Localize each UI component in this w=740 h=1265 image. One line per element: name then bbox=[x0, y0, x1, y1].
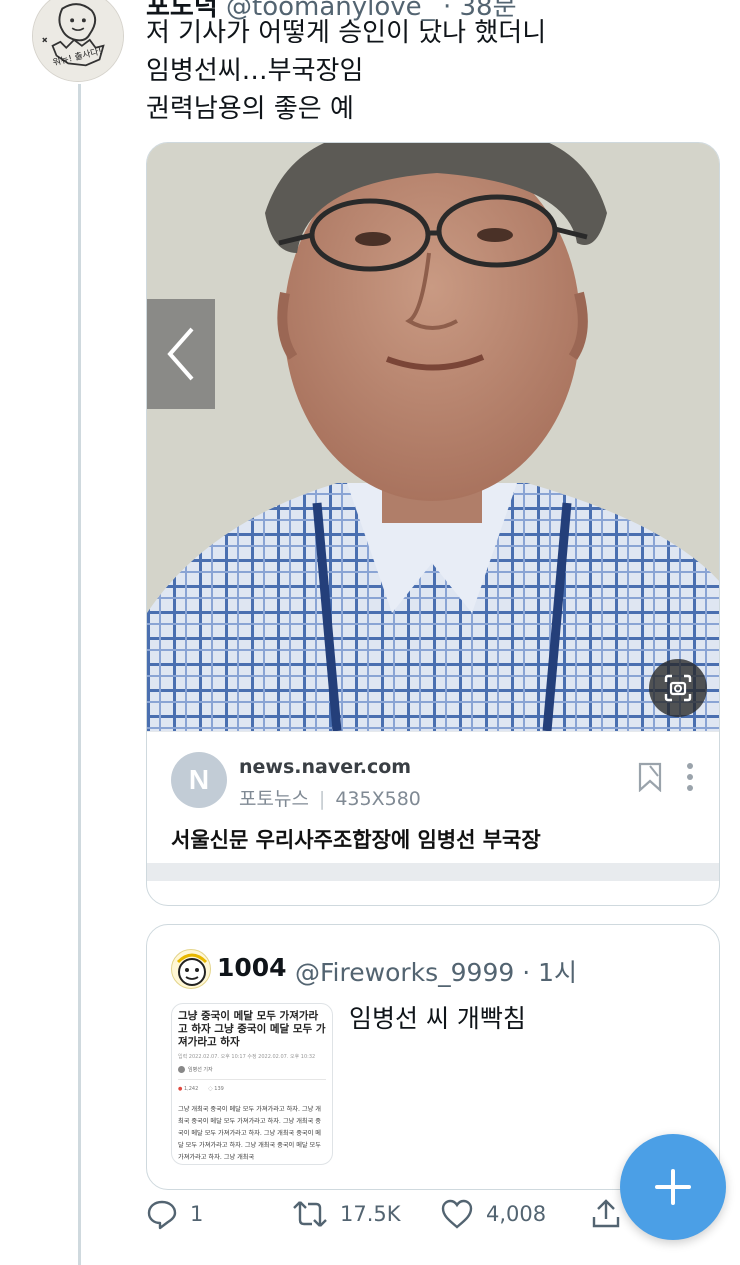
thumbnail-title: 그냥 중국이 메달 모두 가져가라고 하자 그냥 중국이 메달 모두 가져가라고… bbox=[178, 1010, 326, 1048]
separator-dot: · bbox=[514, 958, 539, 987]
quoted-avatar-icon bbox=[176, 953, 208, 986]
tweet-line: 권력남용의 좋은 예 bbox=[146, 94, 354, 124]
previous-image-button[interactable] bbox=[147, 299, 215, 409]
card-subline: 포토뉴스 | 435X580 bbox=[239, 784, 421, 811]
card-meta: N news.naver.com 포토뉴스 | 435X580 서울신문 우리사주조… bbox=[147, 731, 719, 881]
reaction-icon: ● bbox=[178, 1086, 183, 1092]
card-domain: news.naver.com bbox=[239, 756, 412, 778]
quoted-thumbnail[interactable]: 그냥 중국이 메달 모두 가져가라고 하자 그냥 중국이 메달 모두 가져가라고… bbox=[171, 1003, 333, 1165]
card-bottom-bar bbox=[147, 863, 719, 881]
card-category: 포토뉴스 bbox=[239, 788, 309, 810]
like-count: 4,008 bbox=[486, 1202, 547, 1226]
card-image-size: 435X580 bbox=[335, 788, 421, 810]
quoted-text: 임병선 씨 개빡침 bbox=[349, 1004, 526, 1033]
thumbnail-reactions: ● 1,242 bbox=[178, 1086, 199, 1092]
avatar-drawing-icon: 워뉴! 출사다! bbox=[33, 0, 123, 81]
share-icon bbox=[592, 1199, 620, 1228]
retweet-icon bbox=[293, 1201, 327, 1227]
like-button[interactable]: 4,008 bbox=[440, 1198, 546, 1230]
comment-icon: ◌ bbox=[208, 1086, 213, 1092]
reply-button[interactable]: 1 bbox=[146, 1198, 203, 1230]
chevron-left-icon bbox=[167, 327, 194, 381]
image-search-button[interactable] bbox=[649, 659, 707, 717]
news-photo[interactable] bbox=[147, 143, 719, 731]
author-dot-icon bbox=[178, 1066, 185, 1073]
like-icon bbox=[441, 1199, 473, 1229]
thumbnail-comments: ◌ 139 bbox=[208, 1086, 224, 1092]
thumbnail-stats: ● 1,242 ◌ 139 bbox=[178, 1086, 326, 1092]
tweet-line: 임병선씨…부국장임 bbox=[146, 56, 364, 86]
quoted-display-name[interactable]: 1004 bbox=[217, 953, 287, 982]
tweet-actions: 1 17.5K 4,008 bbox=[146, 1198, 626, 1246]
retweet-button[interactable]: 17.5K bbox=[292, 1198, 401, 1230]
more-vertical-icon[interactable] bbox=[685, 762, 695, 792]
thumbnail-author: 임병선 기자 bbox=[178, 1066, 326, 1073]
thumbnail-body: 그냥 개최국 중국이 메달 모두 가져가라고 하자. 그냥 개최국 중국이 메달… bbox=[178, 1106, 321, 1161]
avatar[interactable]: 워뉴! 출사다! bbox=[32, 0, 124, 82]
quoted-handle-time: @Fireworks_9999 · 1시 bbox=[295, 953, 577, 989]
image-search-icon bbox=[664, 674, 692, 702]
portrait-image bbox=[147, 143, 719, 731]
plus-icon bbox=[655, 1169, 691, 1205]
share-button[interactable] bbox=[590, 1198, 622, 1230]
reply-count: 1 bbox=[190, 1202, 204, 1226]
card-title[interactable]: 서울신문 우리사주조합장에 임병선 부국장 bbox=[171, 824, 541, 854]
quoted-avatar[interactable] bbox=[171, 949, 211, 989]
thread-connector-line bbox=[78, 84, 81, 1265]
reply-icon bbox=[147, 1200, 177, 1230]
source-logo: N bbox=[171, 752, 227, 808]
tweet-text: 저 기사가 어떻게 승인이 났나 했더니 임병선씨…부국장임 권력남용의 좋은 … bbox=[146, 14, 546, 128]
thumbnail-meta: 입력 2022.02.07. 오후 10:17 수정 2022.02.07. 오… bbox=[178, 1054, 316, 1060]
tweet-line: 저 기사가 어떻게 승인이 났나 했더니 bbox=[146, 18, 547, 48]
retweet-count: 17.5K bbox=[340, 1202, 401, 1226]
compose-tweet-button[interactable] bbox=[620, 1134, 726, 1240]
quoted-time[interactable]: 1시 bbox=[538, 958, 577, 987]
thumbnail-divider bbox=[178, 1079, 326, 1080]
link-preview-card[interactable]: N news.naver.com 포토뉴스 | 435X580 서울신문 우리사주조… bbox=[146, 142, 720, 906]
thumbnail-author-name: 임병선 기자 bbox=[188, 1067, 213, 1073]
bookmark-icon[interactable] bbox=[637, 762, 663, 792]
separator-bar: | bbox=[318, 788, 326, 810]
quoted-handle[interactable]: @Fireworks_9999 bbox=[295, 958, 514, 987]
